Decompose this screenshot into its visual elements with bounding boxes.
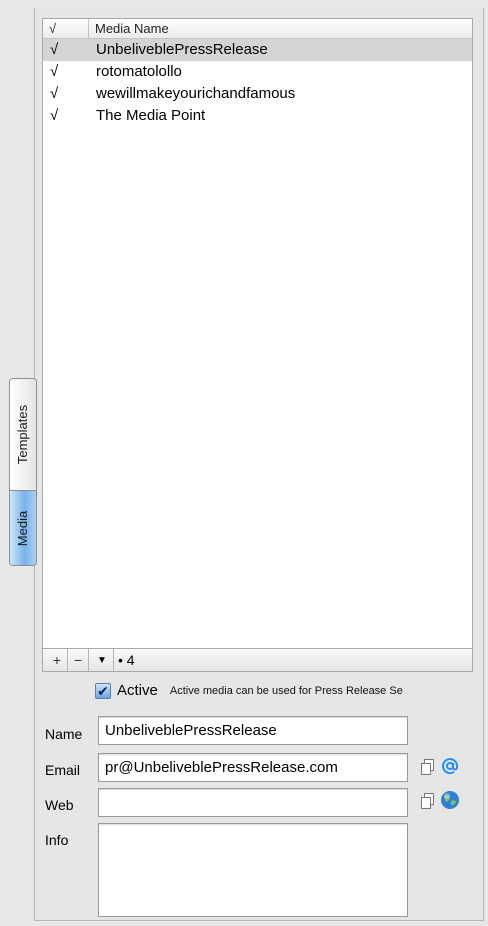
column-header-media-name[interactable]: Media Name <box>89 19 169 38</box>
row-check[interactable]: √ <box>43 105 89 127</box>
remove-media-button[interactable]: − <box>68 649 89 671</box>
globe-icon[interactable] <box>440 790 460 810</box>
action-menu-button[interactable]: ▼ <box>91 649 114 671</box>
row-media-name: rotomatolollo <box>96 63 182 80</box>
name-label: Name <box>45 726 83 742</box>
row-check[interactable]: √ <box>43 61 89 83</box>
copy-icon[interactable] <box>418 791 438 811</box>
row-media-name: wewillmakeyourichandfamous <box>96 85 296 102</box>
sidebar-tabs: Templates Media <box>9 378 37 566</box>
active-row: ✔ Active Active media can be used for Pr… <box>95 682 471 699</box>
add-media-button[interactable]: + <box>47 649 68 671</box>
table-bottom-bar: + − ▼ • 4 <box>43 648 472 671</box>
email-field[interactable]: pr@UnbeliveblePressRelease.com <box>98 753 408 782</box>
web-label: Web <box>45 797 74 813</box>
copy-icon[interactable] <box>418 757 438 777</box>
row-media-name: UnbeliveblePressRelease <box>96 41 268 58</box>
tab-media[interactable]: Media <box>10 490 36 565</box>
row-media-name: The Media Point <box>96 107 206 124</box>
active-hint: Active media can be used for Press Relea… <box>169 684 403 697</box>
web-field[interactable] <box>98 788 408 817</box>
table-row[interactable]: √ rotomatolollo <box>43 61 472 83</box>
active-checkbox[interactable]: ✔ <box>95 682 111 699</box>
name-field[interactable]: UnbeliveblePressRelease <box>98 716 408 745</box>
media-count: • 4 <box>118 652 135 668</box>
email-label: Email <box>45 762 81 778</box>
check-icon: ✔ <box>97 682 109 699</box>
tab-templates-label: Templates <box>15 404 31 464</box>
column-header-active[interactable]: √ <box>43 19 89 38</box>
active-label[interactable]: Active <box>117 682 158 699</box>
info-label: Info <box>45 832 69 848</box>
row-check[interactable]: √ <box>43 83 89 105</box>
table-row[interactable]: √ wewillmakeyourichandfamous <box>43 83 472 105</box>
table-row[interactable]: √ UnbeliveblePressRelease <box>43 39 472 61</box>
tab-templates[interactable]: Templates <box>10 379 36 489</box>
table-row[interactable]: √ The Media Point <box>43 105 472 127</box>
media-table: √ Media Name √ UnbeliveblePressRelease √… <box>42 18 473 672</box>
info-field[interactable] <box>98 823 408 917</box>
tab-media-label: Media <box>15 510 31 547</box>
row-check[interactable]: √ <box>43 39 89 61</box>
mail-at-icon[interactable] <box>440 756 460 776</box>
table-header: √ Media Name <box>43 19 472 39</box>
chevron-down-icon: ▼ <box>97 654 107 666</box>
